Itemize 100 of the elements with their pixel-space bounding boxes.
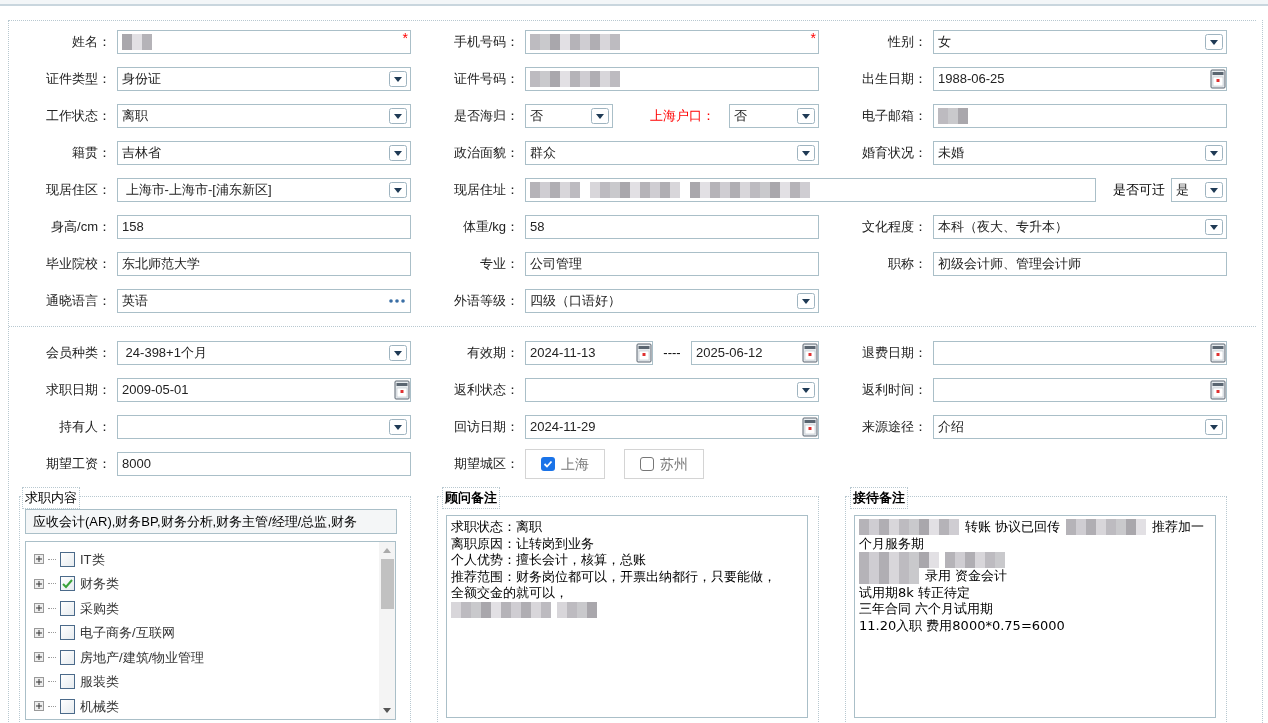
text-field[interactable]: 58 bbox=[525, 215, 819, 239]
notes-textarea[interactable]: 转账 协议已回传 推荐加一 个月服务期 录用 资金会计 试用期8k 转正待定 三年合同 六个月试用期 11.20入职 费用8000*0.75=6000 bbox=[854, 515, 1216, 718]
field-label: 求职日期： bbox=[45, 381, 112, 400]
select-field[interactable]: 女 bbox=[933, 30, 1227, 54]
field-label: 姓名： bbox=[71, 33, 112, 52]
field-label: 期望城区： bbox=[453, 455, 520, 474]
expand-icon[interactable] bbox=[34, 554, 44, 565]
tree-item[interactable]: 电子商务/互联网 bbox=[34, 620, 379, 645]
text-field[interactable] bbox=[933, 104, 1227, 128]
date-field[interactable] bbox=[933, 341, 1227, 365]
select-field[interactable]: 吉林省 bbox=[117, 141, 411, 165]
expand-icon[interactable] bbox=[34, 603, 44, 614]
tree-item[interactable]: 财务类 bbox=[34, 571, 379, 596]
blurred-text bbox=[557, 601, 597, 618]
tree-item[interactable]: 机械类 bbox=[34, 694, 379, 719]
checkbox[interactable] bbox=[60, 600, 75, 616]
text-field[interactable]: 初级会计师、管理会计师 bbox=[933, 252, 1227, 276]
checkbox[interactable] bbox=[60, 674, 75, 690]
tree-item[interactable]: IT类 bbox=[34, 547, 379, 572]
text-field[interactable]: * bbox=[117, 30, 411, 54]
field-label: 外语等级： bbox=[453, 292, 520, 311]
notes-textarea[interactable]: 求职状态：离职 离职原因：让转岗到业务 个人优势：擅长会计，核算，总账 推荐范围：财务岗位都可以，开票出纳都行，只要能做， 全额交金的就可以， bbox=[446, 515, 808, 718]
text-field[interactable]: 158 bbox=[117, 215, 411, 239]
field-label: 现居住区： bbox=[45, 181, 112, 200]
field-label: 是否可迁 bbox=[1112, 181, 1166, 200]
select-field[interactable]: 离职 bbox=[117, 104, 411, 128]
note-text: 11.20入职 费用8000*0.75=6000 bbox=[859, 617, 1065, 634]
expand-icon[interactable] bbox=[34, 701, 44, 712]
calendar-icon[interactable] bbox=[394, 380, 410, 400]
field-label: 证件类型： bbox=[45, 70, 112, 89]
expand-icon[interactable] bbox=[34, 676, 44, 687]
field-label: 通晓语言： bbox=[45, 292, 112, 311]
tree-item[interactable]: 服装类 bbox=[34, 669, 379, 694]
blurred-text bbox=[859, 568, 919, 585]
date-field[interactable]: 2024-11-13 bbox=[525, 341, 653, 365]
note-text: 试用期8k 转正待定 bbox=[859, 584, 970, 601]
field-label: 会员种类： bbox=[45, 344, 112, 363]
panel-legend: 求职内容 bbox=[22, 487, 80, 509]
field-label: 专业： bbox=[479, 255, 520, 274]
text-field[interactable]: 8000 bbox=[117, 452, 411, 476]
select-field[interactable]: 本科（夜大、专升本） bbox=[933, 215, 1227, 239]
select-field[interactable]: 上海市-上海市-[浦东新区] bbox=[117, 178, 411, 202]
text-field[interactable]: 东北师范大学 bbox=[117, 252, 411, 276]
date-field[interactable]: 2009-05-01 bbox=[117, 378, 411, 402]
date-field[interactable]: 2024-11-29 bbox=[525, 415, 819, 439]
calendar-icon[interactable] bbox=[802, 343, 818, 363]
field-label: 是否海归： bbox=[453, 107, 520, 126]
select-field[interactable]: 群众 bbox=[525, 141, 819, 165]
text-field[interactable] bbox=[525, 178, 1096, 202]
expand-icon[interactable] bbox=[34, 578, 44, 589]
select-field[interactable] bbox=[525, 378, 819, 402]
date-field[interactable]: 2025-06-12 bbox=[691, 341, 819, 365]
field-label: 证件号码： bbox=[453, 70, 520, 89]
checkbox[interactable] bbox=[640, 457, 654, 471]
checkbox[interactable] bbox=[60, 649, 75, 665]
select-field[interactable]: 是 bbox=[1171, 178, 1227, 202]
select-field[interactable]: 否 bbox=[729, 104, 819, 128]
calendar-icon[interactable] bbox=[802, 417, 818, 437]
field-label: 文化程度： bbox=[861, 218, 928, 237]
text-field[interactable]: 公司管理 bbox=[525, 252, 819, 276]
checkbox[interactable] bbox=[60, 576, 75, 592]
select-field[interactable]: 四级（口语好） bbox=[525, 289, 819, 313]
field-label: 持有人： bbox=[58, 418, 112, 437]
tree-item[interactable]: 房地产/建筑/物业管理 bbox=[34, 645, 379, 670]
date-field[interactable] bbox=[933, 378, 1227, 402]
more-icon[interactable] bbox=[389, 299, 405, 303]
calendar-icon[interactable] bbox=[1210, 343, 1226, 363]
checkbox-option[interactable]: 上海 bbox=[525, 449, 605, 479]
lookup-field[interactable]: 英语 bbox=[117, 289, 411, 313]
blurred-text bbox=[945, 552, 1005, 568]
select-field[interactable]: 身份证 bbox=[117, 67, 411, 91]
range-separator: ---- bbox=[662, 344, 682, 363]
checkbox[interactable] bbox=[60, 625, 75, 641]
select-field[interactable]: 否 bbox=[525, 104, 613, 128]
note-text: 推荐加一 bbox=[1152, 519, 1205, 536]
blurred-text bbox=[122, 34, 152, 50]
calendar-icon[interactable] bbox=[1210, 380, 1226, 400]
summary-field[interactable]: 应收会计(AR),财务BP,财务分析,财务主管/经理/总监,财务 bbox=[25, 509, 397, 534]
select-field[interactable]: 介绍 bbox=[933, 415, 1227, 439]
date-field[interactable]: 1988-06-25 bbox=[933, 67, 1227, 91]
select-field[interactable] bbox=[117, 415, 411, 439]
select-field[interactable]: 未婚 bbox=[933, 141, 1227, 165]
scrollbar[interactable] bbox=[379, 542, 395, 719]
calendar-icon[interactable] bbox=[636, 343, 652, 363]
checkbox[interactable] bbox=[60, 698, 75, 714]
field-label: 出生日期： bbox=[861, 70, 928, 89]
checkbox[interactable] bbox=[541, 457, 555, 471]
scroll-thumb[interactable] bbox=[380, 559, 394, 609]
scroll-down-icon[interactable] bbox=[383, 708, 391, 713]
field-label: 现居住址： bbox=[453, 181, 520, 200]
checkbox-option[interactable]: 苏州 bbox=[624, 449, 704, 479]
text-field[interactable]: * bbox=[525, 30, 819, 54]
select-field[interactable]: 24-398+1个月 bbox=[117, 341, 411, 365]
expand-icon[interactable] bbox=[34, 627, 44, 638]
note-text: 个月服务期 bbox=[859, 535, 924, 552]
tree-item[interactable]: 采购类 bbox=[34, 596, 379, 621]
calendar-icon[interactable] bbox=[1210, 69, 1226, 89]
expand-icon[interactable] bbox=[34, 652, 44, 663]
text-field[interactable] bbox=[525, 67, 819, 91]
checkbox[interactable] bbox=[60, 551, 75, 567]
